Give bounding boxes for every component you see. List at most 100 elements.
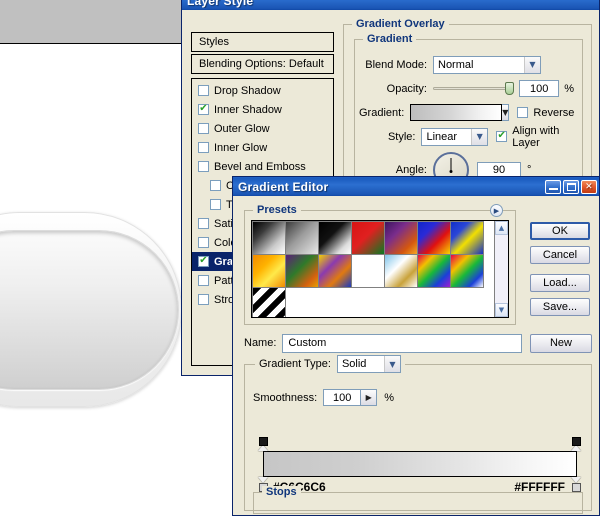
presets-list[interactable]: ▲ ▼ [251,220,509,318]
preset-swatch[interactable] [351,221,385,255]
gradient-row: Gradient: ▼ Reverse [359,102,574,123]
align-with-layer-checkbox[interactable] [496,130,508,142]
preset-swatch[interactable] [417,254,451,288]
opacity-input[interactable]: 100 [519,80,560,97]
chevron-down-icon: ▼ [524,56,540,73]
effect-checkbox[interactable] [198,255,209,267]
effect-item-bevel-and-emboss[interactable]: Bevel and Emboss [192,157,333,176]
effect-checkbox[interactable] [198,275,209,286]
effect-checkbox[interactable] [198,103,209,115]
opacity-slider-track [433,87,514,90]
blending-options-button[interactable]: Blending Options: Default [191,54,334,74]
preset-swatch[interactable] [285,221,319,255]
blend-mode-select[interactable]: Normal ▼ [433,55,541,74]
presets-menu-right-arrow-icon[interactable]: ▶ [490,204,503,217]
opacity-slider[interactable] [433,80,514,97]
gradient-picker-chevron-down-icon[interactable]: ▼ [502,104,510,121]
scroll-up-icon[interactable]: ▲ [495,221,508,235]
presets-scrollbar[interactable]: ▲ ▼ [494,221,508,317]
stops-group: Stops [253,486,583,514]
opacity-row: Opacity: 100 % [359,78,574,99]
close-icon[interactable]: ✕ [581,179,597,194]
gradient-editor-title: Gradient Editor [238,179,329,194]
gradient-type-group: Gradient Type: Solid ▼ Smoothness: 100 ▶… [244,355,592,514]
presets-label: Presets [253,204,301,216]
effect-checkbox[interactable] [198,237,209,248]
gradient-editor-titlebar[interactable]: Gradient Editor ✕ [233,177,599,196]
layer-style-titlebar[interactable]: Layer Style [182,0,599,10]
blend-mode-value: Normal [438,58,474,71]
maximize-icon[interactable] [563,179,579,194]
smoothness-label: Smoothness: [253,391,318,404]
reverse-checkbox[interactable] [517,107,529,118]
gradient-type-select[interactable]: Solid ▼ [336,355,401,373]
gradient-group-title: Gradient [363,33,417,45]
preset-swatch[interactable] [417,221,451,255]
name-row: Name: Custom New [244,332,592,354]
effect-item-inner-shadow[interactable]: Inner Shadow [192,100,333,119]
effect-checkbox[interactable] [198,123,209,134]
rounded-button-artwork-inner [0,230,179,390]
preset-swatch[interactable] [252,221,286,255]
scroll-down-icon[interactable]: ▼ [495,303,508,317]
gradient-name-input[interactable]: Custom [282,333,522,353]
preset-swatch[interactable] [450,221,484,255]
window-buttons: ✕ [545,179,597,194]
opacity-stop-left[interactable] [258,437,269,451]
layer-style-title: Layer Style [187,0,254,8]
load-button[interactable]: Load... [530,274,590,292]
preset-swatch[interactable] [285,254,319,288]
blend-mode-row: Blend Mode: Normal ▼ [359,54,574,75]
preset-swatch[interactable] [252,287,286,317]
opacity-stop-right[interactable] [571,437,582,451]
styles-button[interactable]: Styles [191,32,334,52]
effect-label: Outer Glow [214,122,270,135]
preset-swatch[interactable] [450,254,484,288]
smoothness-unit: % [384,391,394,404]
ok-button[interactable]: OK [530,222,590,240]
gradient-preview-swatch[interactable] [410,104,503,121]
effect-checkbox[interactable] [198,142,209,153]
minimize-icon[interactable] [545,179,561,194]
preset-swatch[interactable] [318,254,352,288]
effect-item-outer-glow[interactable]: Outer Glow [192,119,333,138]
preset-swatch-grid [252,221,490,317]
save-button[interactable]: Save... [530,298,590,316]
effect-checkbox[interactable] [198,161,209,172]
gradient-editor-dialog: Gradient Editor ✕ Presets ▶ ▲ ▼ OK Cance… [232,176,600,516]
effect-checkbox[interactable] [210,199,221,210]
gradient-editor-body: Presets ▶ ▲ ▼ OK Cancel Load... Save... … [234,196,598,515]
effect-checkbox[interactable] [198,294,209,305]
color-stop-right[interactable] [571,477,582,492]
opacity-slider-thumb[interactable] [505,82,514,95]
align-with-layer-label: Align with Layer [512,124,560,149]
effect-item-drop-shadow[interactable]: Drop Shadow [192,81,333,100]
gradient-bar[interactable] [263,451,577,477]
effect-checkbox[interactable] [198,85,209,96]
gradient-type-label: Gradient Type: [259,358,331,370]
effect-label: Inner Shadow [214,103,282,116]
preset-swatch[interactable] [318,221,352,255]
style-label: Style: [387,130,416,143]
smoothness-right-arrow-icon[interactable]: ▶ [361,389,378,406]
style-row: Style: Linear ▼ Align with Layer [359,125,574,149]
gradient-bar-wrapper: #C6C6C6 #FFFFFF [258,437,581,494]
effect-checkbox[interactable] [198,218,209,229]
smoothness-input[interactable]: 100 [323,389,362,406]
blend-mode-label: Blend Mode: [365,58,427,71]
reverse-label: Reverse [533,106,575,119]
new-button[interactable]: New [530,333,592,353]
preset-swatch[interactable] [351,254,385,288]
style-select[interactable]: Linear ▼ [421,127,489,146]
effect-checkbox[interactable] [210,180,221,191]
align-with-layer-row[interactable]: Align with Layer [496,125,574,149]
preset-swatch[interactable] [384,221,418,255]
angle-dial-hub [449,170,453,173]
preset-swatch[interactable] [252,254,286,288]
effect-item-inner-glow[interactable]: Inner Glow [192,138,333,157]
preset-swatch[interactable] [384,254,418,288]
effect-label: Inner Glow [214,141,268,154]
chevron-down-icon: ▼ [383,356,400,372]
reverse-checkbox-row[interactable]: Reverse [517,107,574,119]
cancel-button[interactable]: Cancel [530,246,590,264]
